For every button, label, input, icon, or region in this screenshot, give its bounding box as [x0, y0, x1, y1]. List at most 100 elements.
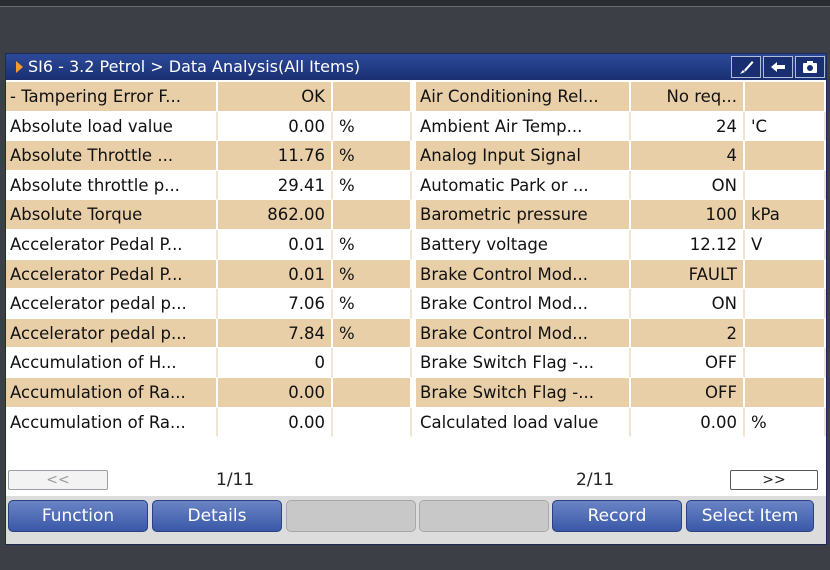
cell-name: Absolute throttle p... — [6, 170, 218, 201]
cell-unit — [333, 377, 412, 408]
table-row[interactable]: Brake Control Mod... FAULT — [416, 259, 826, 290]
cell-unit: % — [333, 141, 412, 171]
title-buttons — [729, 56, 825, 78]
table-row[interactable]: Accelerator pedal p... 7.06% — [6, 289, 412, 319]
cell-name: Barometric pressure — [416, 200, 631, 230]
table-row[interactable]: Accumulation of Ra... 0.00 — [6, 377, 412, 408]
cell-value: 100 — [631, 200, 745, 230]
cell-unit — [745, 82, 826, 112]
cell-name: Accelerator Pedal P... — [6, 229, 218, 260]
table-row[interactable]: Calculated load value 0.00% — [416, 407, 826, 438]
table-row[interactable]: Brake Control Mod... 2 — [416, 318, 826, 349]
cell-name: Accumulation of Ra... — [6, 377, 218, 408]
title-bar: SI6 - 3.2 Petrol > Data Analysis(All Ite… — [6, 54, 826, 80]
prev-page-button[interactable]: << — [8, 470, 108, 490]
cell-unit: 'C — [745, 111, 826, 142]
table-row[interactable]: Analog Input Signal 4 — [416, 141, 826, 171]
cell-unit — [333, 82, 412, 112]
record-button[interactable]: Record — [552, 500, 682, 532]
cell-value: 2 — [631, 318, 745, 349]
cell-value: 7.06 — [218, 289, 333, 319]
table-row[interactable]: Automatic Park or ... ON — [416, 170, 826, 201]
top-strip — [0, 0, 830, 7]
table-row[interactable]: Accumulation of Ra... 0.00 — [6, 407, 412, 438]
table-row[interactable]: Absolute Torque 862.00 — [6, 200, 412, 230]
cell-value: 0.00 — [631, 407, 745, 438]
cell-value: 29.41 — [218, 170, 333, 201]
data-analysis-window: SI6 - 3.2 Petrol > Data Analysis(All Ite… — [5, 53, 827, 545]
cell-value: 0 — [218, 348, 333, 378]
back-arrow-icon[interactable] — [763, 56, 793, 78]
cell-name: Accelerator pedal p... — [6, 318, 218, 349]
cell-value: 24 — [631, 111, 745, 142]
right-page-indicator: 2/11 — [576, 470, 615, 490]
window-title: SI6 - 3.2 Petrol > Data Analysis(All Ite… — [28, 57, 361, 76]
cell-unit: % — [333, 289, 412, 319]
cell-value: No req... — [631, 82, 745, 112]
table-row[interactable]: Absolute throttle p... 29.41% — [6, 170, 412, 201]
right-data-table: Air Conditioning Rel... No req... Ambient … — [416, 82, 826, 438]
table-row[interactable]: Brake Control Mod... ON — [416, 289, 826, 319]
cell-name: Accumulation of H... — [6, 348, 218, 378]
cell-value: 862.00 — [218, 200, 333, 230]
cell-unit — [745, 170, 826, 201]
cell-name: Analog Input Signal — [416, 141, 631, 171]
table-divider — [412, 82, 416, 468]
cell-unit — [745, 259, 826, 290]
cell-value: ON — [631, 289, 745, 319]
cell-name: Battery voltage — [416, 229, 631, 260]
table-row[interactable]: Barometric pressure 100 kPa — [416, 200, 826, 230]
details-button[interactable]: Details — [152, 500, 282, 532]
empty-button-2 — [419, 500, 549, 532]
cell-name: Brake Switch Flag -... — [416, 348, 631, 378]
cell-unit: % — [333, 318, 412, 349]
cell-name: - Tampering Error F... — [6, 82, 218, 112]
table-row[interactable]: Air Conditioning Rel... No req... — [416, 82, 826, 112]
table-row[interactable]: Brake Switch Flag -... OFF — [416, 377, 826, 408]
table-row[interactable]: Absolute load value 0.00% — [6, 111, 412, 142]
table-row[interactable]: Accelerator pedal p... 7.84% — [6, 318, 412, 349]
cell-value: OFF — [631, 377, 745, 408]
left-page-indicator: 1/11 — [216, 470, 255, 490]
brush-icon[interactable] — [731, 56, 761, 78]
camera-icon[interactable] — [795, 56, 825, 78]
cell-unit: V — [745, 229, 826, 260]
cell-value: 7.84 — [218, 318, 333, 349]
cell-name: Brake Control Mod... — [416, 259, 631, 290]
cell-name: Absolute Throttle ... — [6, 141, 218, 171]
table-row[interactable]: - Tampering Error F... OK — [6, 82, 412, 112]
cell-value: OFF — [631, 348, 745, 378]
cell-unit: % — [333, 229, 412, 260]
cell-unit — [745, 141, 826, 171]
cell-value: 11.76 — [218, 141, 333, 171]
cell-name: Brake Control Mod... — [416, 318, 631, 349]
select-item-button[interactable]: Select Item — [686, 500, 814, 532]
cell-name: Brake Switch Flag -... — [416, 377, 631, 408]
cell-name: Calculated load value — [416, 407, 631, 438]
cell-unit — [745, 377, 826, 408]
cell-unit: kPa — [745, 200, 826, 230]
table-row[interactable]: Accelerator Pedal P... 0.01% — [6, 229, 412, 260]
left-data-table: - Tampering Error F... OK Absolute load va… — [6, 82, 412, 438]
pager-bar: << 1/11 2/11 >> — [6, 468, 826, 492]
cell-name: Accumulation of Ra... — [6, 407, 218, 438]
next-page-button[interactable]: >> — [730, 470, 818, 490]
table-row[interactable]: Accelerator Pedal P... 0.01% — [6, 259, 412, 290]
cell-value: 12.12 — [631, 229, 745, 260]
play-arrow-icon — [16, 61, 23, 73]
table-row[interactable]: Accumulation of H... 0 — [6, 348, 412, 378]
table-row[interactable]: Brake Switch Flag -... OFF — [416, 348, 826, 378]
table-row[interactable]: Ambient Air Temp... 24 'C — [416, 111, 826, 142]
cell-value: ON — [631, 170, 745, 201]
cell-unit — [745, 289, 826, 319]
cell-unit — [745, 348, 826, 378]
cell-unit — [333, 407, 412, 438]
cell-value: FAULT — [631, 259, 745, 290]
cell-value: 4 — [631, 141, 745, 171]
table-row[interactable]: Battery voltage 12.12 V — [416, 229, 826, 260]
table-row[interactable]: Absolute Throttle ... 11.76% — [6, 141, 412, 171]
cell-value: 0.01 — [218, 229, 333, 260]
cell-name: Absolute Torque — [6, 200, 218, 230]
function-button[interactable]: Function — [8, 500, 148, 532]
cell-name: Air Conditioning Rel... — [416, 82, 631, 112]
